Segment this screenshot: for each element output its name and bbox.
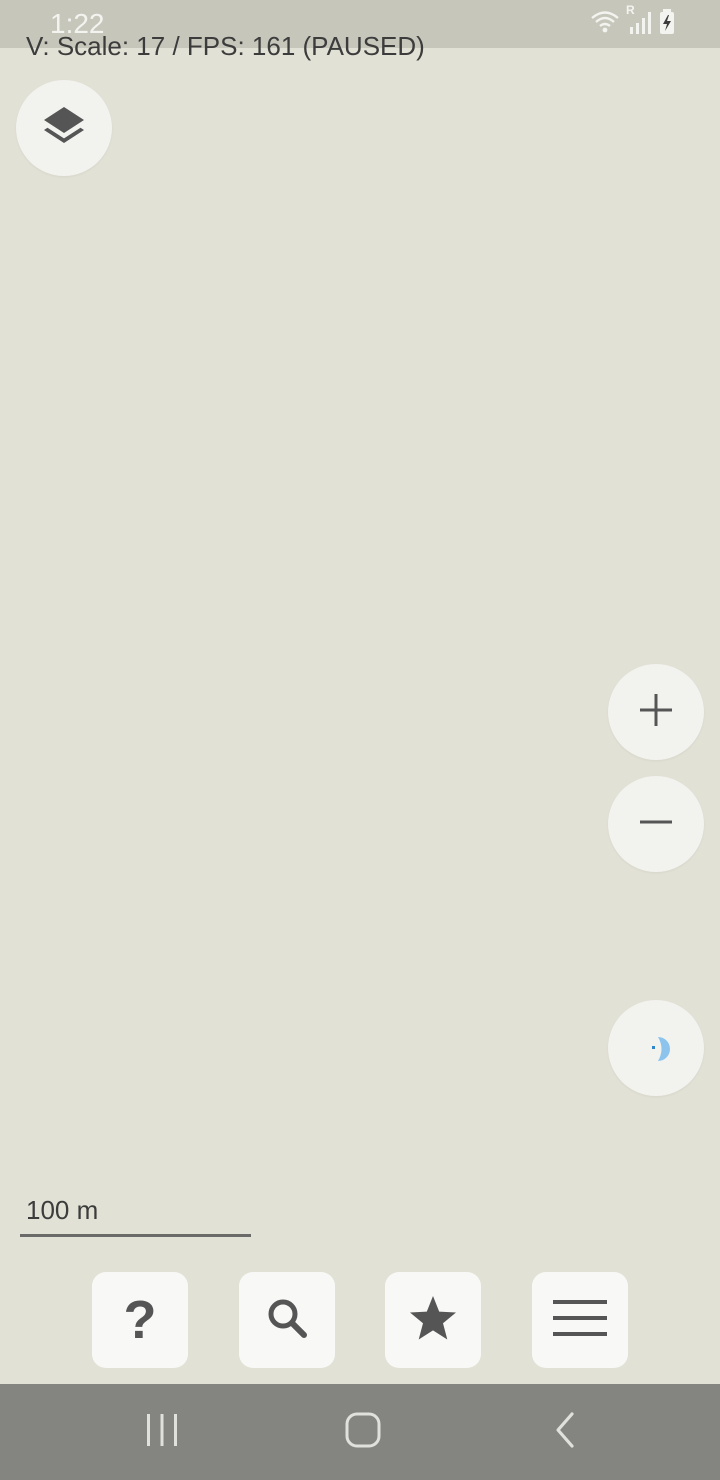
layers-button[interactable] xyxy=(16,80,112,176)
debug-overlay-text: V: Scale: 17 / FPS: 161 (PAUSED) xyxy=(26,31,425,61)
main-menu-button[interactable] xyxy=(532,1272,628,1368)
recents-icon xyxy=(144,1412,180,1453)
menu-icon xyxy=(552,1298,608,1343)
zoom-out-button[interactable] xyxy=(608,776,704,872)
my-location-icon xyxy=(636,1026,676,1071)
system-navigation-bar xyxy=(0,1384,720,1480)
battery-charging-icon xyxy=(658,8,676,40)
status-icons: R xyxy=(590,3,676,40)
zoom-in-button[interactable] xyxy=(608,664,704,760)
favorites-button[interactable] xyxy=(385,1272,481,1368)
back-icon xyxy=(550,1411,580,1454)
back-button[interactable] xyxy=(537,1404,593,1460)
help-button[interactable]: ? xyxy=(92,1272,188,1368)
recents-button[interactable] xyxy=(134,1404,190,1460)
my-location-button[interactable] xyxy=(608,1000,704,1096)
plus-icon xyxy=(638,692,674,733)
wifi-icon xyxy=(590,9,620,40)
map-scale-label: 100 m xyxy=(26,1195,99,1225)
search-icon xyxy=(263,1294,311,1347)
map-scale-bar xyxy=(20,1234,251,1237)
signal-roaming-icon: R xyxy=(626,3,652,40)
home-button[interactable] xyxy=(335,1404,391,1460)
help-icon: ? xyxy=(123,1290,157,1350)
layers-icon xyxy=(41,103,87,154)
home-icon xyxy=(344,1411,382,1454)
search-button[interactable] xyxy=(239,1272,335,1368)
minus-icon xyxy=(638,804,674,845)
roaming-letter: R xyxy=(626,2,635,17)
star-icon xyxy=(408,1293,458,1348)
